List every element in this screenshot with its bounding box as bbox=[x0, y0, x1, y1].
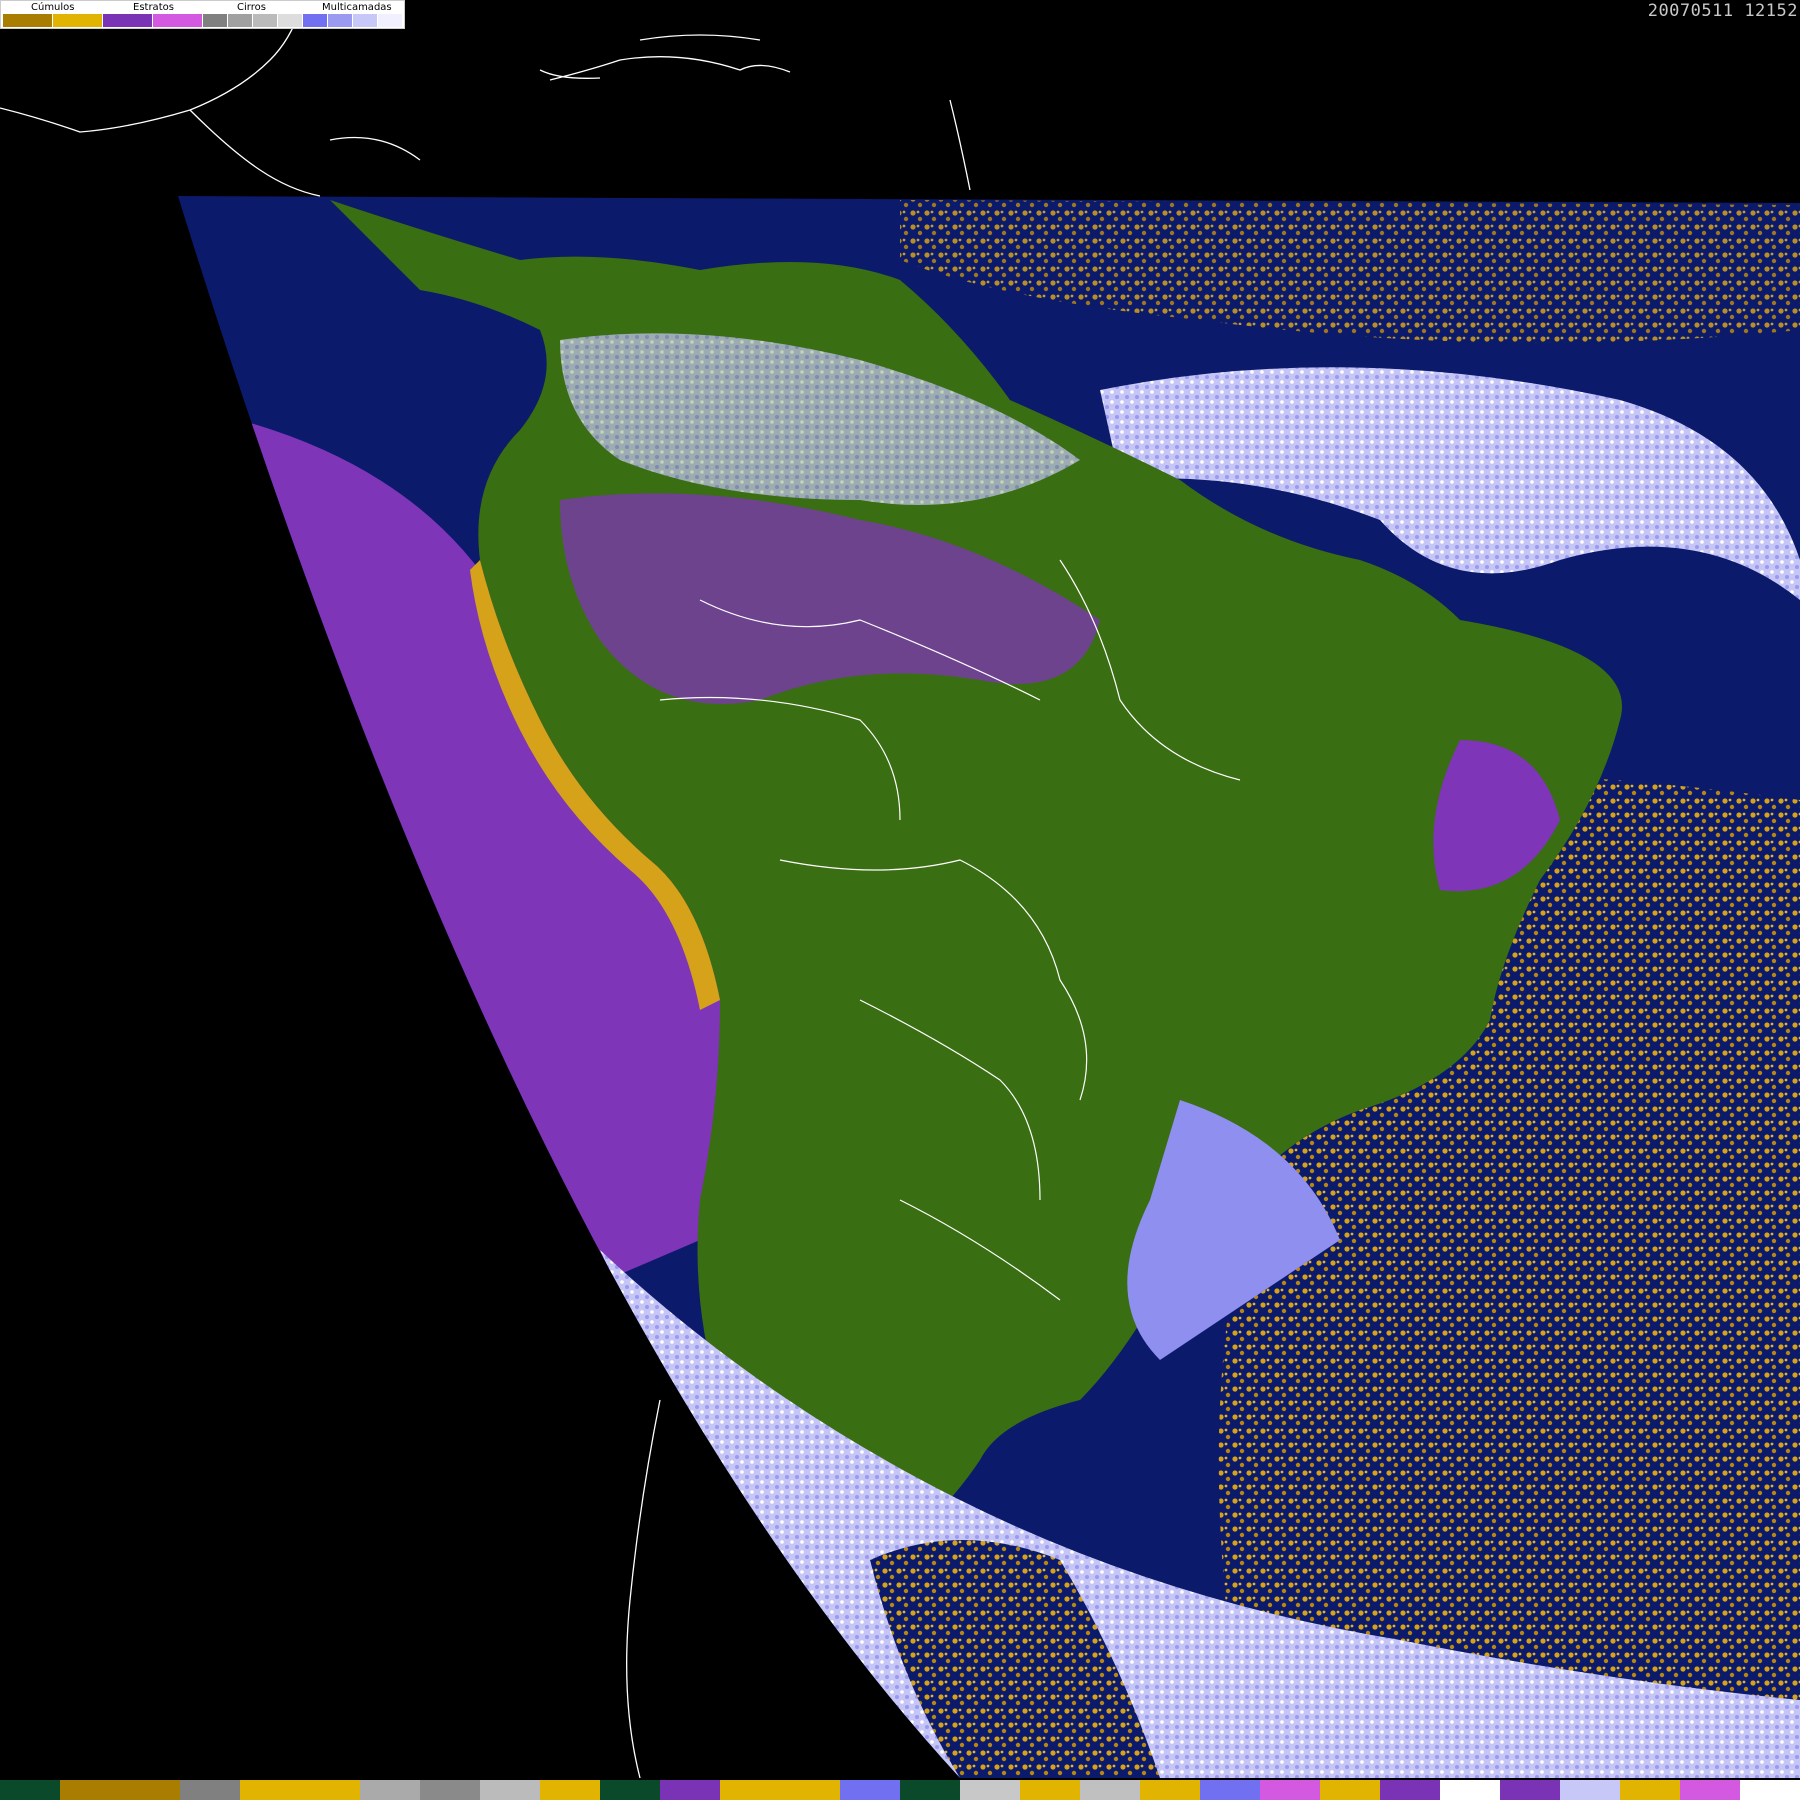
strip-cell bbox=[780, 1780, 840, 1800]
legend-swatch bbox=[303, 14, 328, 27]
strip-cell bbox=[420, 1780, 480, 1800]
strip-cell bbox=[960, 1780, 1020, 1800]
cloud-type-legend: Cúmulos Estratos Cirros Multicamadas bbox=[0, 0, 405, 29]
legend-swatch bbox=[253, 14, 278, 27]
legend-label-cumulus: Cúmulos bbox=[31, 2, 75, 13]
strip-cell bbox=[1020, 1780, 1080, 1800]
strip-cell bbox=[720, 1780, 780, 1800]
legend-swatch bbox=[378, 14, 403, 27]
strip-cell bbox=[600, 1780, 660, 1800]
strip-cell bbox=[240, 1780, 300, 1800]
strip-cell bbox=[180, 1780, 240, 1800]
satellite-view bbox=[178, 196, 1800, 1778]
image-timestamp: 20070511 12152 bbox=[1647, 1, 1798, 21]
legend-swatch bbox=[53, 14, 103, 27]
strip-cell bbox=[1620, 1780, 1680, 1800]
strip-cell bbox=[0, 1780, 60, 1800]
strip-cell bbox=[1680, 1780, 1740, 1800]
legend-swatch bbox=[3, 14, 53, 27]
strip-cell bbox=[1200, 1780, 1260, 1800]
legend-swatches bbox=[3, 14, 403, 27]
legend-swatch bbox=[103, 14, 153, 27]
strip-cell bbox=[1500, 1780, 1560, 1800]
legend-swatch bbox=[278, 14, 303, 27]
strip-cell bbox=[1560, 1780, 1620, 1800]
satellite-cloud-map bbox=[0, 9, 1800, 1779]
strip-cell bbox=[900, 1780, 960, 1800]
bottom-color-strip bbox=[0, 1780, 1800, 1800]
strip-cell bbox=[120, 1780, 180, 1800]
legend-swatch bbox=[328, 14, 353, 27]
legend-swatch bbox=[153, 14, 203, 27]
legend-label-cirrus: Cirros bbox=[237, 2, 266, 13]
strip-cell bbox=[1080, 1780, 1140, 1800]
strip-cell bbox=[1440, 1780, 1500, 1800]
legend-swatch bbox=[203, 14, 228, 27]
strip-cell bbox=[360, 1780, 420, 1800]
strip-cell bbox=[1740, 1780, 1800, 1800]
strip-cell bbox=[540, 1780, 600, 1800]
legend-swatch bbox=[353, 14, 378, 27]
legend-label-stratus: Estratos bbox=[133, 2, 174, 13]
strip-cell bbox=[300, 1780, 360, 1800]
strip-cell bbox=[1140, 1780, 1200, 1800]
strip-cell bbox=[60, 1780, 120, 1800]
strip-cell bbox=[480, 1780, 540, 1800]
strip-cell bbox=[1320, 1780, 1380, 1800]
strip-cell bbox=[1380, 1780, 1440, 1800]
strip-cell bbox=[1260, 1780, 1320, 1800]
strip-cell bbox=[840, 1780, 900, 1800]
strip-cell bbox=[660, 1780, 720, 1800]
legend-label-multilayer: Multicamadas bbox=[322, 2, 392, 13]
legend-swatch bbox=[228, 14, 253, 27]
